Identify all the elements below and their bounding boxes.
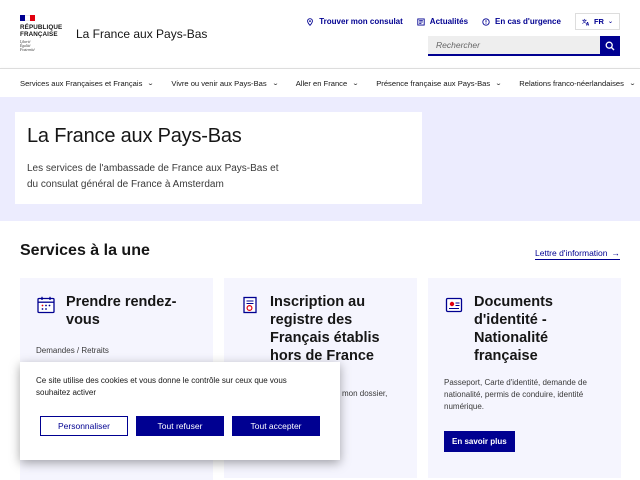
header-tools: Trouver mon consulat Actualités En cas d… (306, 13, 620, 30)
refuse-all-button[interactable]: Tout refuser (136, 416, 224, 436)
nav-item-presence[interactable]: Présence française aux Pays-Bas ⌄ (376, 78, 503, 88)
news-link[interactable]: Actualités (417, 17, 468, 26)
card-title: Inscription au registre des Français éta… (270, 294, 380, 364)
main-navigation: Services aux Françaises et Français ⌄ Viv… (0, 68, 640, 97)
find-consulate-link[interactable]: Trouver mon consulat (306, 17, 403, 26)
find-consulate-label: Trouver mon consulat (319, 17, 403, 26)
card-title: Prendre rendez-vous (66, 294, 177, 328)
chevron-down-icon: ⌄ (352, 80, 360, 87)
emergency-link[interactable]: En cas d'urgence (482, 17, 561, 26)
chevron-down-icon: ⌄ (147, 80, 155, 87)
language-label: FR (593, 17, 604, 26)
nav-item-label: Vivre ou venir aux Pays-Bas (171, 78, 267, 88)
cookie-consent-banner: Ce site utilise des cookies et vous donn… (20, 362, 340, 460)
search-icon (605, 41, 615, 51)
id-card-icon (445, 297, 463, 313)
hero-card: La France aux Pays-Bas Les services de l… (15, 112, 422, 204)
chevron-down-icon: ⌄ (495, 80, 503, 87)
card-description: mon dossier, (342, 389, 388, 398)
republique-francaise-logo[interactable]: RÉPUBLIQUE FRANÇAISE Liberté Égalité Fra… (20, 15, 66, 52)
chevron-down-icon: ⌄ (271, 80, 279, 87)
chevron-down-icon: ⌄ (628, 80, 636, 87)
card-title: Documents d'identité - Nationalité franç… (474, 294, 553, 364)
customize-cookies-button[interactable]: Personnaliser (40, 416, 128, 436)
alert-icon (482, 17, 490, 26)
search-bar (428, 36, 620, 56)
page-title: La France aux Pays-Bas (27, 125, 242, 147)
search-input[interactable] (428, 36, 600, 56)
document-icon (243, 296, 257, 314)
learn-more-button[interactable]: En savoir plus (444, 431, 515, 452)
arrow-right-icon: → (611, 248, 621, 258)
calendar-icon (37, 296, 55, 314)
translate-icon: 文A (582, 18, 590, 26)
emergency-label: En cas d'urgence (495, 17, 561, 26)
hero-banner: La France aux Pays-Bas Les services de l… (0, 97, 640, 221)
news-label: Actualités (429, 17, 469, 26)
svg-text:A: A (586, 21, 590, 25)
cookie-actions: Personnaliser Tout refuser Tout accepter (40, 416, 320, 436)
nav-item-label: Présence française aux Pays-Bas (376, 78, 491, 88)
newsletter-label: Lettre d'information (535, 248, 608, 258)
nav-item-label: Relations franco-néerlandaises (519, 78, 624, 88)
card-row-edge (20, 473, 213, 480)
service-card-identity[interactable]: Documents d'identité - Nationalité franç… (428, 278, 621, 478)
nav-item-relations[interactable]: Relations franco-néerlandaises ⌄ (519, 78, 636, 88)
chevron-down-icon: ⌄ (607, 19, 613, 25)
logo-title-line1: RÉPUBLIQUE (20, 24, 63, 31)
newsletter-link[interactable]: Lettre d'information → (535, 248, 620, 260)
nav-item-services[interactable]: Services aux Françaises et Français ⌄ (20, 78, 155, 88)
hero-description: Les services de l'ambassade de France au… (27, 163, 279, 190)
language-selector[interactable]: 文A FR ⌄ (574, 13, 620, 30)
nav-item-label: Aller en France (295, 78, 348, 88)
site-title[interactable]: La France aux Pays-Bas (76, 27, 207, 41)
card-description: Demandes / Retraits (36, 346, 109, 355)
search-button[interactable] (600, 36, 620, 56)
logo-title-line2: FRANÇAISE (20, 31, 58, 38)
map-pin-icon (307, 17, 314, 26)
accept-all-button[interactable]: Tout accepter (232, 416, 320, 436)
services-section-title: Services à la une (20, 242, 150, 259)
nav-item-label: Services aux Françaises et Français (20, 78, 143, 88)
card-description: Passeport, Carte d'identité, demande de … (444, 378, 587, 411)
newspaper-icon (417, 18, 425, 25)
nav-item-vivre[interactable]: Vivre ou venir aux Pays-Bas ⌄ (171, 78, 279, 88)
cookie-text: Ce site utilise des cookies et vous donn… (36, 376, 287, 397)
header: RÉPUBLIQUE FRANÇAISE Liberté Égalité Fra… (0, 0, 640, 68)
flag-icon (20, 15, 35, 21)
logo-motto-line3: Fraternité (20, 48, 35, 52)
nav-item-aller-en-france[interactable]: Aller en France ⌄ (295, 78, 360, 88)
